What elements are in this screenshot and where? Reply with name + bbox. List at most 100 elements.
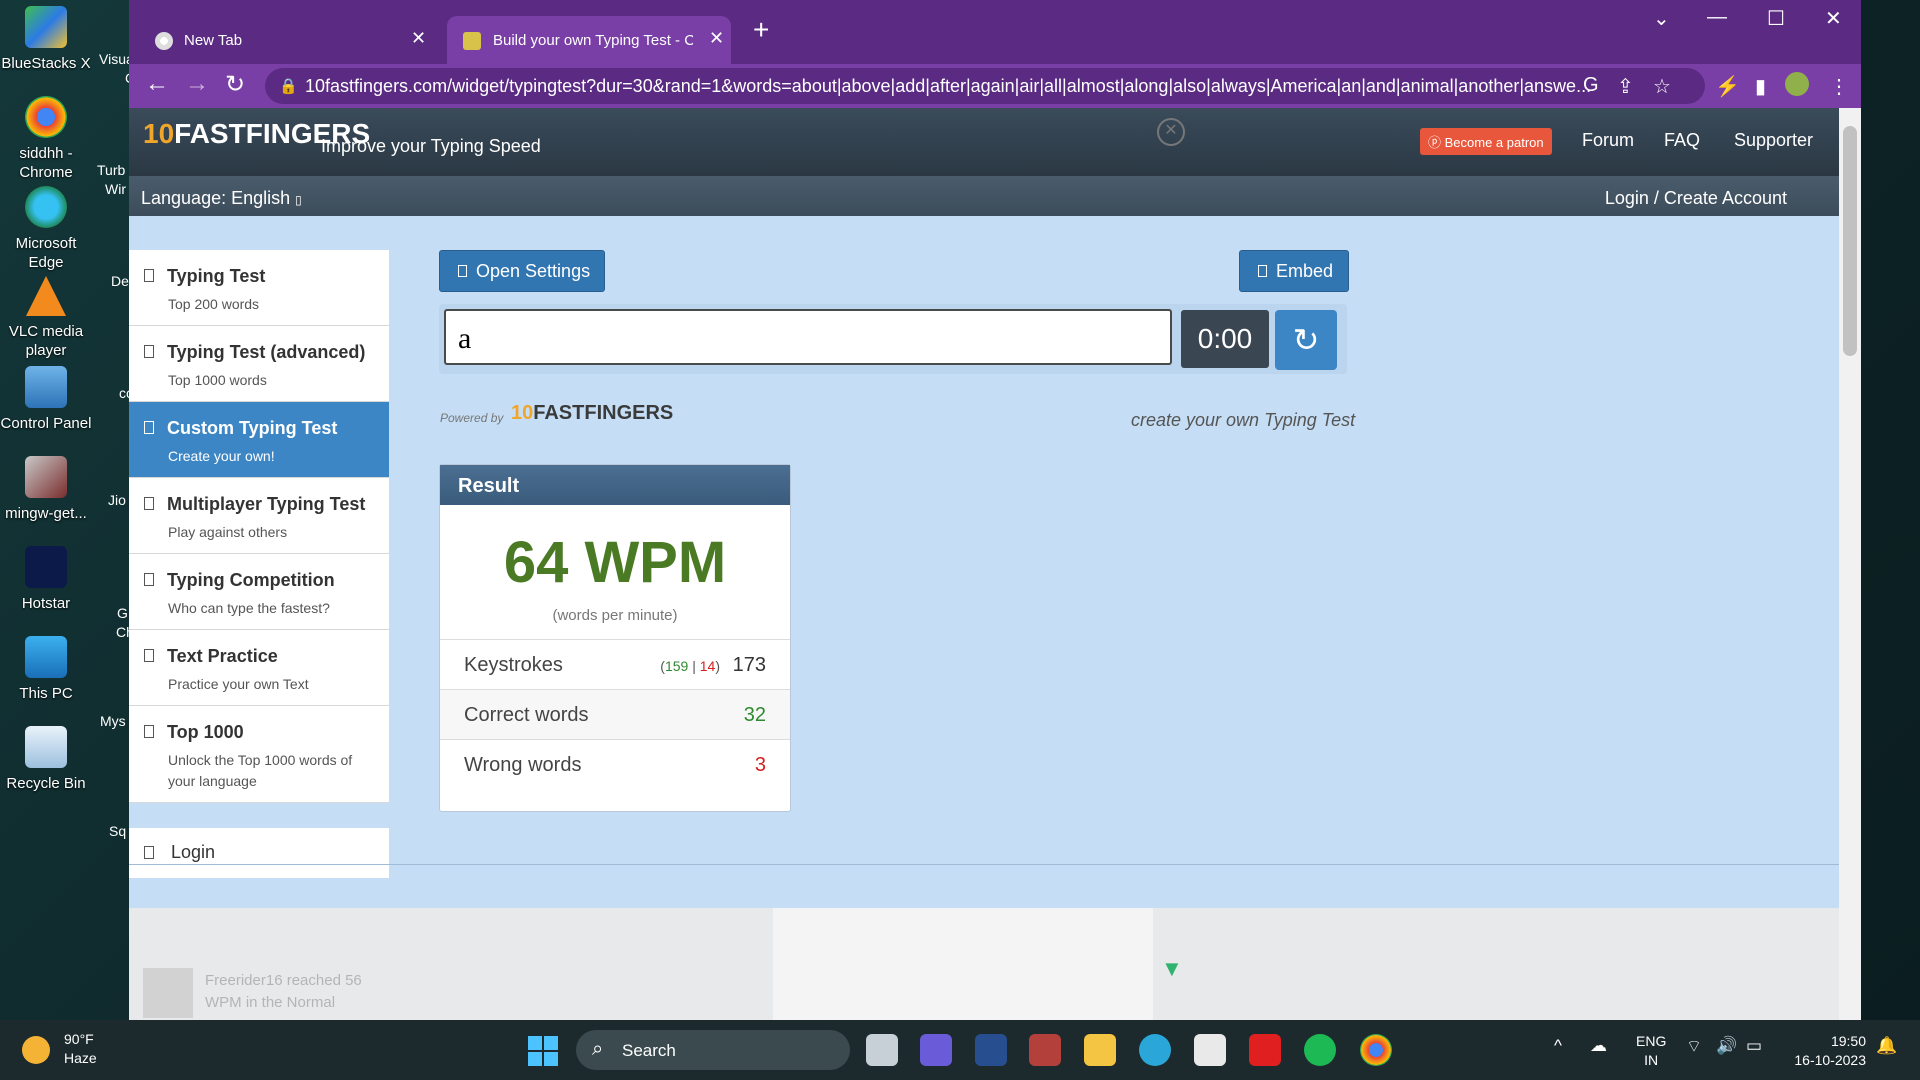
input-language[interactable]: ENG IN	[1636, 1032, 1666, 1070]
recycle-bin-desktop-icon[interactable]: Recycle Bin	[0, 726, 92, 793]
powered-by-logo[interactable]: 10FASTFINGERS	[511, 402, 673, 425]
desktop-icon-label: siddhh - Chrome	[19, 145, 73, 181]
sidebar-item-top-1000[interactable]: Top 1000 Unlock the Top 1000 words of you…	[129, 706, 389, 803]
edge-desktop-icon[interactable]: Microsoft Edge	[0, 186, 92, 272]
embed-button[interactable]: Embed	[1239, 250, 1349, 292]
keystrokes-wrong: 14	[699, 658, 716, 674]
sidebar-login[interactable]: Login	[129, 828, 389, 878]
sidebar-item-typing-test[interactable]: Typing Test Top 200 words	[129, 250, 389, 326]
battery-icon[interactable]: ▭	[1746, 1036, 1762, 1056]
tab-close-icon[interactable]: ✕	[709, 28, 724, 49]
lang-line2: IN	[1644, 1052, 1659, 1068]
tab-title: Build your own Typing Test - Cus	[493, 32, 693, 49]
open-settings-button[interactable]: Open Settings	[439, 250, 605, 292]
edit-icon	[144, 421, 154, 434]
wifi-icon[interactable]: ⌔	[1686, 1036, 1702, 1057]
sidebar-item-competition[interactable]: Typing Competition Who can type the faste…	[129, 554, 389, 630]
maximize-icon[interactable]: ☐	[1767, 6, 1785, 31]
profile-avatar[interactable]	[1785, 72, 1809, 96]
sidebar-item-subtitle: Create your own!	[168, 448, 275, 464]
search-label: Search	[622, 1041, 676, 1060]
page-scrollbar[interactable]	[1839, 108, 1861, 1020]
spotify-icon[interactable]	[1304, 1034, 1336, 1066]
nav-forum[interactable]: Forum	[1582, 130, 1634, 151]
create-own-test-link[interactable]: create your own Typing Test	[1131, 410, 1355, 431]
patreon-button[interactable]: ⓟ Become a patron	[1420, 128, 1552, 155]
logo-number: 10	[511, 402, 534, 424]
list-icon	[144, 725, 154, 738]
mingw-icon	[25, 456, 67, 498]
youtube-icon[interactable]	[1249, 1034, 1281, 1066]
patreon-icon: ⓟ	[1428, 135, 1445, 150]
sidebar-item-custom-typing-test[interactable]: Custom Typing Test Create your own!	[129, 402, 389, 478]
ad-close-icon[interactable]: ✕	[1157, 118, 1185, 146]
tab-close-icon[interactable]: ✕	[411, 28, 426, 49]
task-view-icon[interactable]	[866, 1034, 898, 1066]
mingw-desktop-icon[interactable]: mingw-get...	[0, 456, 92, 523]
share-icon[interactable]: ⇪	[1617, 74, 1634, 99]
show-hidden-icons-chevron-icon[interactable]: ^	[1554, 1036, 1562, 1056]
desktop-icon-label: Recycle Bin	[6, 775, 86, 792]
google-lens-icon[interactable]: G	[1583, 74, 1599, 97]
result-title: Result	[458, 475, 520, 497]
teams-chat-icon[interactable]	[920, 1034, 952, 1066]
volume-icon[interactable]: 🔊	[1716, 1036, 1737, 1056]
hotstar-desktop-icon[interactable]: Hotstar	[0, 546, 92, 613]
edge-icon	[25, 186, 67, 228]
restart-button[interactable]: ↻	[1275, 310, 1337, 370]
language-selector[interactable]: Language: English ▯	[141, 188, 302, 209]
keystrokes-correct: 159	[664, 658, 689, 674]
desktop-icon-label: Control Panel	[0, 415, 92, 432]
microsoft-store-icon[interactable]	[1194, 1034, 1226, 1066]
ide-app-icon[interactable]	[975, 1034, 1007, 1066]
tab-search-chevron-icon[interactable]: ⌄	[1653, 6, 1670, 31]
vlc-cone-icon	[26, 276, 66, 316]
file-explorer-icon[interactable]	[1084, 1034, 1116, 1066]
ad-provider-logo-icon: ▼	[1161, 956, 1183, 981]
sidebar-item-typing-test-advanced[interactable]: Typing Test (advanced) Top 1000 words	[129, 326, 389, 402]
sidebar-item-text-practice[interactable]: Text Practice Practice your own Text	[129, 630, 389, 706]
chrome-profile-desktop-icon[interactable]: siddhh - Chrome	[0, 96, 92, 182]
sidebar-item-subtitle: Top 1000 words	[168, 372, 267, 388]
reload-icon[interactable]: ↻	[225, 70, 245, 99]
extensions-icon[interactable]: ⚡	[1715, 74, 1740, 99]
trophy-icon	[144, 573, 154, 586]
nav-supporter[interactable]: Supporter	[1734, 130, 1813, 151]
bluestacks-desktop-icon[interactable]: BlueStacks X	[0, 6, 92, 73]
control-panel-desktop-icon[interactable]: Control Panel	[0, 366, 92, 433]
desktop-icon-label: This PC	[19, 685, 73, 702]
this-pc-desktop-icon[interactable]: This PC	[0, 636, 92, 703]
patron-label: Become a patron	[1444, 135, 1544, 150]
chrome-favicon-icon	[155, 32, 173, 50]
login-create-account-link[interactable]: Login / Create Account	[1605, 188, 1787, 209]
new-tab-button[interactable]: +	[753, 14, 769, 46]
menu-kebab-icon[interactable]: ⋮	[1829, 74, 1849, 99]
taskbar-search[interactable]: ⌕ Search	[576, 1030, 850, 1070]
address-bar[interactable]: 🔒 10fastfingers.com/widget/typingtest?du…	[265, 68, 1705, 104]
scrollbar-thumb[interactable]	[1843, 126, 1857, 356]
clock[interactable]: 19:50 16-10-2023	[1786, 1032, 1866, 1070]
notification-bell-icon[interactable]: 🔔	[1876, 1036, 1897, 1056]
tab-new-tab[interactable]: New Tab ✕	[129, 16, 429, 64]
onedrive-icon[interactable]: ☁	[1590, 1036, 1607, 1056]
embed-icon	[1258, 265, 1267, 277]
bookmark-star-icon[interactable]: ☆	[1653, 74, 1671, 99]
ad-slot	[773, 908, 1153, 1020]
tab-typing-test[interactable]: Build your own Typing Test - Cus ✕	[447, 16, 731, 64]
forward-arrow-icon[interactable]: →	[185, 70, 209, 98]
media-app-icon[interactable]	[1029, 1034, 1061, 1066]
logo-number: 10	[143, 118, 175, 149]
partial-icon-label: Jio	[108, 492, 126, 508]
nav-faq[interactable]: FAQ	[1664, 130, 1700, 151]
start-button[interactable]	[528, 1036, 558, 1066]
vlc-desktop-icon[interactable]: VLC media player	[0, 276, 92, 360]
close-window-icon[interactable]: ✕	[1825, 6, 1842, 31]
sidebar-item-multiplayer[interactable]: Multiplayer Typing Test Play against othe…	[129, 478, 389, 554]
back-arrow-icon[interactable]: ←	[145, 70, 169, 98]
logo-text: FASTFINGERS	[533, 402, 674, 424]
chrome-taskbar-icon[interactable]	[1360, 1034, 1392, 1066]
edge-taskbar-icon[interactable]	[1139, 1034, 1171, 1066]
side-panel-icon[interactable]: ▮	[1755, 74, 1766, 99]
typing-input[interactable]: a	[444, 309, 1172, 365]
minimize-icon[interactable]: —	[1707, 6, 1727, 29]
